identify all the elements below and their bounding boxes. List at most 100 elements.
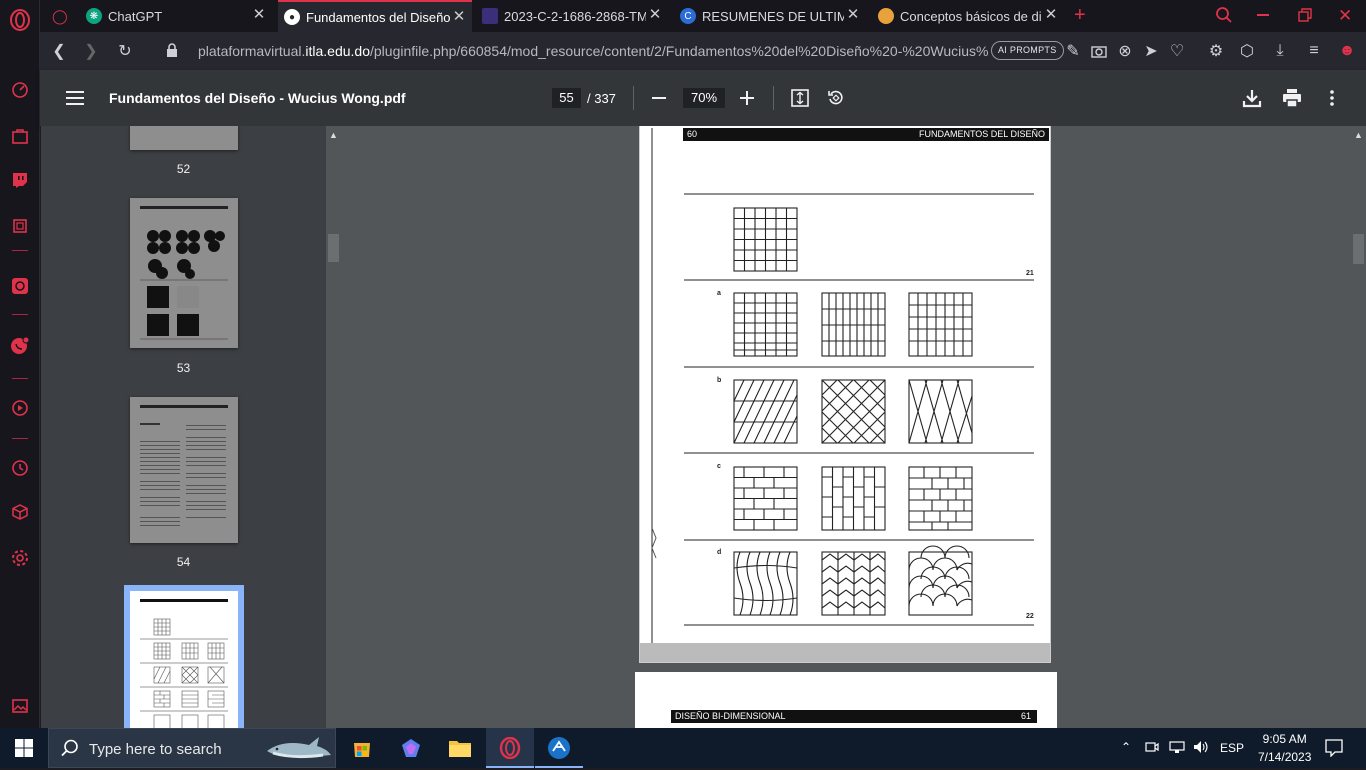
forward-arrow-icon[interactable]: ❯ xyxy=(80,40,102,62)
windows-start-icon[interactable] xyxy=(0,728,48,768)
thumbnail-label: 54 xyxy=(176,555,191,569)
row-label: d xyxy=(717,549,722,556)
more-options-icon[interactable] xyxy=(1320,86,1344,110)
ai-chip-icon[interactable] xyxy=(8,214,32,238)
speed-dial-icon[interactable] xyxy=(8,78,32,102)
row-label: b xyxy=(717,377,722,384)
scroll-up-icon[interactable]: ▲ xyxy=(329,130,338,140)
chatgpt-favicon-icon: ❋ xyxy=(86,8,102,24)
viewer-scrollbar[interactable]: ▲ xyxy=(1351,126,1366,728)
scrollbar-thumb[interactable] xyxy=(328,234,339,262)
row-label: c xyxy=(717,463,721,470)
tab-search-icon[interactable] xyxy=(1215,6,1233,29)
page-number: 61 xyxy=(1020,711,1031,721)
settings-gear-icon[interactable] xyxy=(8,546,32,570)
tab-fundamentos[interactable]: ● Fundamentos del Diseño - ✕ xyxy=(278,0,472,32)
profile-icon[interactable]: ☻ xyxy=(1338,42,1356,60)
whatsapp-icon[interactable] xyxy=(8,334,32,358)
copilot-icon[interactable] xyxy=(387,728,435,768)
page-header: DISEÑO BI-DIMENSIONAL xyxy=(675,711,786,721)
player-icon[interactable] xyxy=(8,396,32,420)
image-gallery-icon[interactable] xyxy=(8,694,32,718)
scrollbar-thumb[interactable] xyxy=(1353,234,1364,264)
close-tab-icon[interactable]: ✕ xyxy=(452,9,466,24)
thumbnail-scrollbar[interactable]: ▲ xyxy=(326,126,341,728)
zoom-in-icon[interactable] xyxy=(735,86,759,110)
tab-chatgpt[interactable]: ❋ ChatGPT ✕ xyxy=(80,0,272,32)
easy-setup-icon[interactable]: ≡ xyxy=(1305,42,1323,60)
language-indicator[interactable]: ESP xyxy=(1220,741,1244,755)
heart-icon[interactable]: ♡ xyxy=(1168,42,1186,60)
thumbnail-page-current[interactable] xyxy=(130,591,238,728)
zoom-out-icon[interactable] xyxy=(647,86,671,110)
share-edit-icon[interactable]: ✎ xyxy=(1064,42,1082,60)
menu-hamburger-icon[interactable] xyxy=(63,86,87,110)
tab-document[interactable]: 2023-C-2-1686-2868-TMM ✕ xyxy=(476,0,668,32)
back-arrow-icon[interactable]: ❮ xyxy=(48,40,70,62)
chatgpt-icon[interactable] xyxy=(8,274,32,298)
print-icon[interactable] xyxy=(1280,86,1304,110)
vpn-bot-icon[interactable]: ⚙ xyxy=(1207,42,1225,60)
tab-resumenes[interactable]: C RESUMENES DE ULTIMOS ✕ xyxy=(674,0,866,32)
show-hidden-icons-chevron-icon[interactable]: ⌃ xyxy=(1121,740,1131,754)
page-number-input[interactable]: 55 xyxy=(552,88,581,108)
thumbnail-label: 52 xyxy=(176,162,191,176)
pdf-title: Fundamentos del Diseño - Wucius Wong.pdf xyxy=(109,90,406,106)
url-host: itla.edu.do xyxy=(305,43,370,59)
camera-icon[interactable] xyxy=(1090,42,1108,60)
rotate-icon[interactable] xyxy=(824,86,848,110)
c-favicon-icon: C xyxy=(680,8,696,24)
download-pdf-icon[interactable] xyxy=(1240,86,1264,110)
tab-conceptos[interactable]: Conceptos básicos de diser ✕ xyxy=(872,0,1064,32)
fit-page-icon[interactable] xyxy=(788,86,812,110)
document-favicon-icon xyxy=(482,8,498,24)
history-icon[interactable] xyxy=(8,456,32,480)
download-icon[interactable]: ⤓ xyxy=(1271,42,1289,60)
close-tab-icon[interactable]: ✕ xyxy=(846,7,860,22)
edge-dev-icon[interactable] xyxy=(535,728,583,768)
opera-logo-icon[interactable] xyxy=(8,8,32,32)
send-icon[interactable]: ➤ xyxy=(1142,42,1160,60)
shopping-icon[interactable] xyxy=(8,124,32,148)
thumbnail-page[interactable] xyxy=(130,397,238,543)
search-highlight-shark-icon xyxy=(263,733,333,770)
twitch-icon[interactable] xyxy=(8,168,32,192)
minimize-icon[interactable] xyxy=(1257,14,1269,16)
close-window-icon[interactable]: ✕ xyxy=(1338,6,1352,26)
volume-icon[interactable] xyxy=(1193,740,1209,757)
url-field[interactable]: plataformavirtual.itla.edu.do/pluginfile… xyxy=(198,43,988,59)
thumbnail-selected-frame[interactable] xyxy=(124,585,244,728)
extensions-icon[interactable]: ⬡ xyxy=(1238,42,1256,60)
ai-prompts-button[interactable]: AI PROMPTS xyxy=(991,41,1064,60)
zoom-input[interactable]: 70% xyxy=(683,88,725,108)
taskbar-search[interactable]: Type here to search xyxy=(48,728,336,768)
opera-gx-taskbar-icon[interactable] xyxy=(486,728,534,768)
scroll-up-icon[interactable]: ▲ xyxy=(1354,130,1363,140)
reload-icon[interactable]: ↻ xyxy=(114,40,136,62)
close-tab-icon[interactable]: ✕ xyxy=(1044,7,1058,22)
file-explorer-icon[interactable] xyxy=(436,728,484,768)
network-icon[interactable] xyxy=(1169,740,1185,757)
thumbnail-page[interactable] xyxy=(130,198,238,348)
microsoft-store-icon[interactable] xyxy=(338,728,386,768)
sidebar-divider xyxy=(12,438,28,439)
extensions-cube-icon[interactable] xyxy=(8,500,32,524)
adblock-icon[interactable]: ⊗ xyxy=(1116,42,1134,60)
thumbnail-page[interactable] xyxy=(130,126,238,150)
globe-favicon-icon: ● xyxy=(284,9,300,25)
thumbnail-label: 53 xyxy=(176,361,191,375)
notifications-icon[interactable] xyxy=(1325,739,1343,760)
close-tab-icon[interactable]: ✕ xyxy=(252,7,266,22)
browser-sidebar xyxy=(0,0,40,728)
lock-icon[interactable] xyxy=(166,43,178,62)
restore-window-icon[interactable] xyxy=(1298,8,1312,27)
clock[interactable]: 9:05 AM 7/14/2023 xyxy=(1258,732,1311,764)
workspace-switcher[interactable]: ◯ xyxy=(40,0,78,32)
pdf-viewer[interactable]: 60 FUNDAMENTOS DEL DISEÑO 21 22 a b c d … xyxy=(341,126,1352,728)
new-tab-plus-icon[interactable]: + xyxy=(1074,4,1086,27)
close-tab-icon[interactable]: ✕ xyxy=(648,7,662,22)
url-path: /pluginfile.php/660854/mod_resource/cont… xyxy=(370,43,988,59)
pdf-page: 60 FUNDAMENTOS DEL DISEÑO 21 22 a b c d xyxy=(640,126,1050,662)
meet-now-icon[interactable] xyxy=(1145,740,1159,757)
gamepad-icon: ◯ xyxy=(52,7,68,24)
